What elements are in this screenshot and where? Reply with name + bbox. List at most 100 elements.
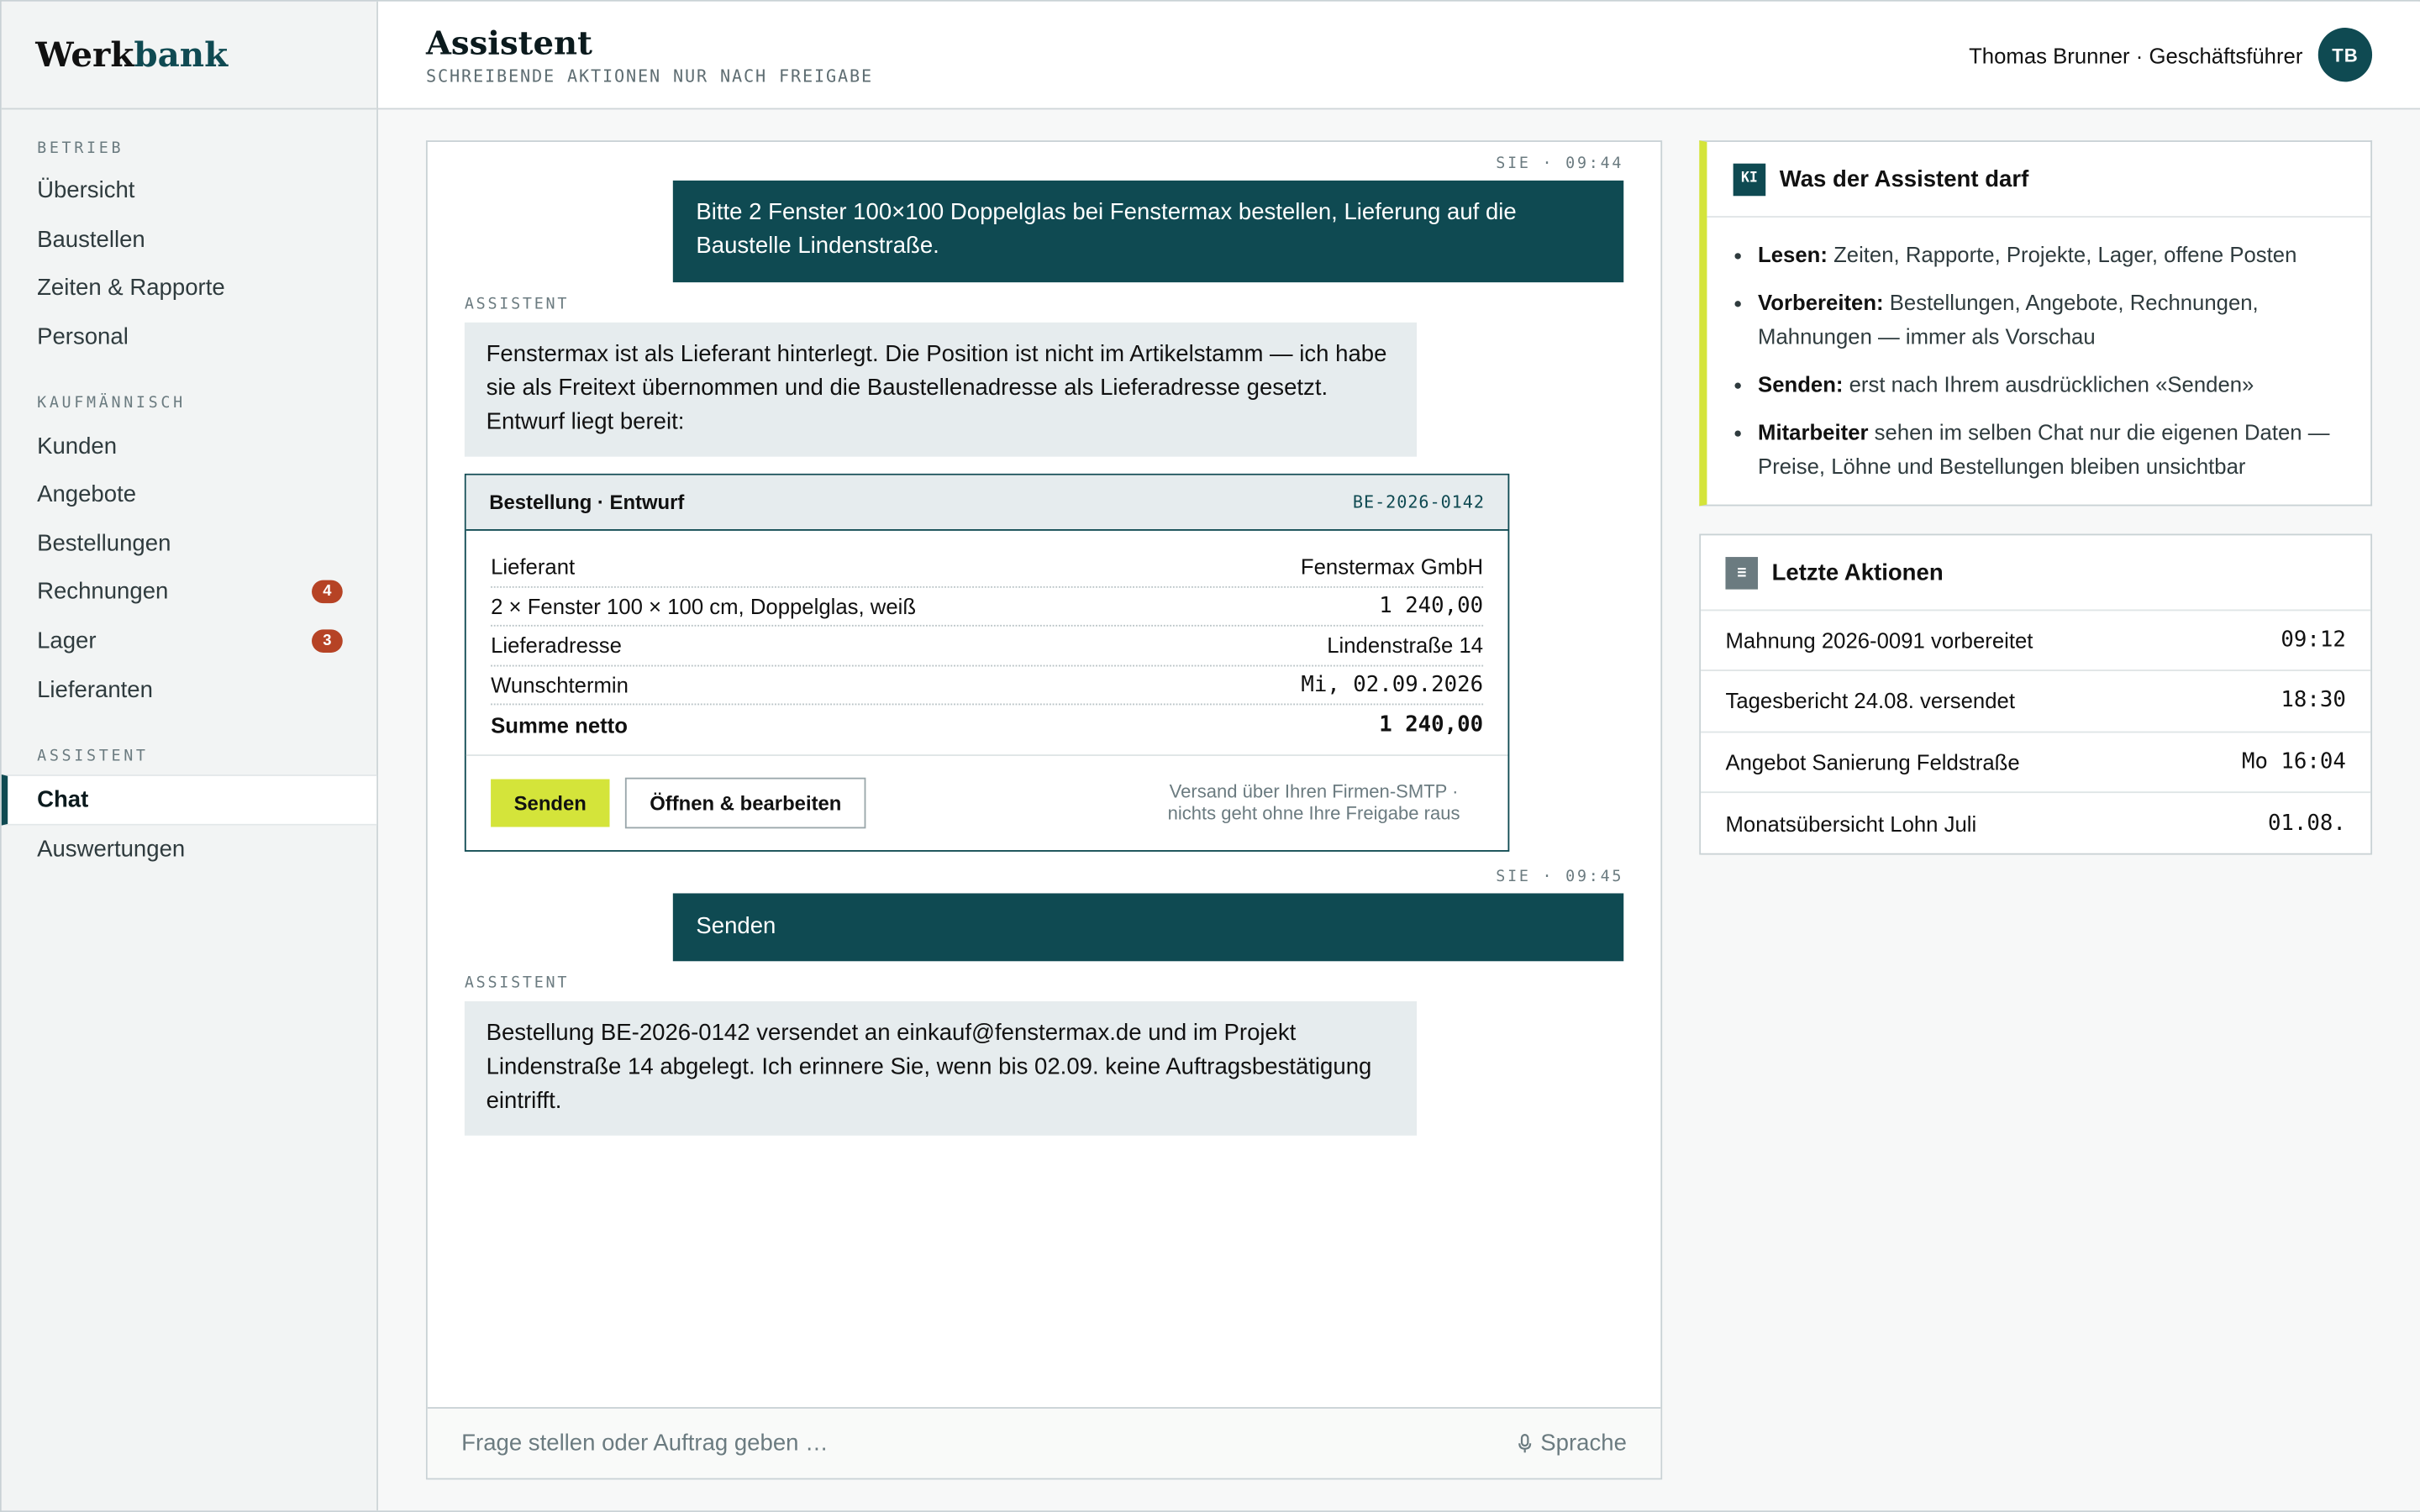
open-edit-button[interactable]: Öffnen & bearbeiten: [624, 776, 866, 828]
ki-icon: KI: [1733, 162, 1766, 196]
action-label: Tagesbericht 24.08. versendet: [1725, 688, 2016, 714]
sidebar-item-angebote[interactable]: Angebote: [2, 470, 376, 519]
order-row-value: 1 240,00: [1379, 593, 1484, 619]
voice-label: Sprache: [1540, 1430, 1627, 1457]
count-badge: 4: [312, 580, 343, 604]
permission-item: Vorbereiten: Bestellungen, Angebote, Rec…: [1758, 286, 2346, 354]
sidebar-item-chat[interactable]: Chat: [1, 774, 377, 826]
sidebar: Werk bank BETRIEB Übersicht Baustellen Ze…: [1, 1, 379, 1511]
sidebar-item-bestellungen[interactable]: Bestellungen: [2, 519, 376, 568]
action-time: 01.08.: [2267, 811, 2346, 836]
action-label: Mahnung 2026-0091 vorbereitet: [1725, 627, 2033, 654]
send-info-note: Versand über Ihren Firmen-SMTP · nichts …: [1168, 780, 1460, 823]
permission-key: Vorbereiten:: [1758, 290, 1884, 315]
sidebar-item-auswertungen[interactable]: Auswertungen: [2, 826, 376, 874]
sidebar-item-baustellen[interactable]: Baustellen: [2, 215, 376, 264]
sidebar-item-label: Auswertungen: [37, 836, 186, 864]
sidebar-item-label: Baustellen: [37, 226, 145, 254]
panel-header: KI Was der Assistent darf: [1707, 142, 2371, 218]
nav-section-kaufmaennisch: KAUFMÄNNISCH: [37, 395, 186, 413]
sidebar-item-label: Lieferanten: [37, 676, 153, 703]
chat-messages[interactable]: SIE · 09:44 Bitte 2 Fenster 100×100 Dopp…: [428, 142, 1661, 1407]
panel-title: Was der Assistent darf: [1779, 165, 2029, 192]
order-row-value: Fenstermax GmbH: [1300, 554, 1484, 580]
action-item[interactable]: Monatsübersicht Lohn Juli 01.08.: [1701, 793, 2370, 853]
order-row-item: 2 × Fenster 100 × 100 cm, Doppelglas, we…: [491, 587, 1484, 627]
sidebar-item-lager[interactable]: Lager 3: [2, 617, 376, 665]
brand-name-part1: Werk: [35, 34, 134, 76]
avatar[interactable]: TB: [2317, 28, 2373, 82]
chat-panel: SIE · 09:44 Bitte 2 Fenster 100×100 Dopp…: [425, 140, 1663, 1480]
microphone-icon: [1518, 1433, 1532, 1452]
permissions-list: Lesen: Zeiten, Rapporte, Projekte, Lager…: [1707, 218, 2370, 505]
action-item[interactable]: Angebot Sanierung Feldstraße Mo 16:04: [1701, 732, 2371, 793]
order-row-label: 2 × Fenster 100 × 100 cm, Doppelglas, we…: [491, 593, 917, 619]
order-details: Lieferant Fenstermax GmbH 2 × Fenster 10…: [466, 531, 1508, 756]
title-block: Assistent SCHREIBENDE AKTIONEN NUR NACH …: [426, 24, 873, 87]
order-row-desired-date: Wunschtermin Mi, 02.09.2026: [491, 666, 1484, 706]
chat-input[interactable]: Frage stellen oder Auftrag geben … Sprac…: [427, 1407, 1661, 1478]
sidebar-item-lieferanten[interactable]: Lieferanten: [2, 665, 376, 714]
sidebar-item-label: Chat: [37, 786, 89, 813]
assistant-message: Bestellung BE-2026-0142 versendet an ein…: [464, 1000, 1418, 1135]
message-meta: SIE · 09:44: [1496, 155, 1624, 173]
sidebar-item-rechnungen[interactable]: Rechnungen 4: [2, 568, 376, 617]
action-item[interactable]: Tagesbericht 24.08. versendet 18:30: [1701, 672, 2371, 732]
count-badge: 3: [312, 629, 343, 654]
permission-text: Zeiten, Rapporte, Projekte, Lager, offen…: [1827, 242, 2297, 267]
sidebar-item-label: Rechnungen: [37, 579, 169, 606]
order-row-value: 1 240,00: [1379, 712, 1484, 738]
user-message: Senden: [672, 892, 1624, 961]
order-row-total: Summe netto 1 240,00: [491, 705, 1483, 744]
sidebar-item-label: Lager: [37, 627, 97, 654]
sidebar-item-label: Zeiten & Rapporte: [37, 275, 225, 302]
brand-logo[interactable]: Werk bank: [1, 2, 377, 110]
sidebar-item-label: Kunden: [37, 433, 118, 459]
send-info-line: Versand über Ihren Firmen-SMTP ·: [1169, 780, 1459, 803]
user-menu[interactable]: Thomas Brunner · Geschäftsführer TB: [1969, 28, 2373, 82]
permission-key: Senden:: [1758, 371, 1844, 397]
sidebar-item-personal[interactable]: Personal: [2, 312, 376, 361]
assistant-permissions-panel: KI Was der Assistent darf Lesen: Zeiten,…: [1699, 140, 2373, 507]
assistant-message: Fenstermax ist als Lieferant hinterlegt.…: [464, 322, 1418, 457]
recent-actions-panel: ≡ Letzte Aktionen Mahnung 2026-0091 vorb…: [1699, 533, 2373, 855]
action-time: 18:30: [2281, 688, 2346, 714]
right-column: KI Was der Assistent darf Lesen: Zeiten,…: [1699, 140, 2373, 1479]
order-row-supplier: Lieferant Fenstermax GmbH: [491, 548, 1484, 587]
order-id: BE-2026-0142: [1352, 491, 1485, 512]
action-item[interactable]: Mahnung 2026-0091 vorbereitet 09:12: [1701, 611, 2371, 672]
order-card-header: Bestellung · Entwurf BE-2026-0142: [466, 475, 1508, 531]
order-row-value: Mi, 02.09.2026: [1301, 672, 1484, 697]
permission-item: Lesen: Zeiten, Rapporte, Projekte, Lager…: [1758, 238, 2346, 271]
send-button[interactable]: Senden: [491, 778, 610, 827]
voice-input-button[interactable]: Sprache: [1516, 1431, 1627, 1457]
sidebar-item-uebersicht[interactable]: Übersicht: [2, 166, 376, 215]
user-message: Bitte 2 Fenster 100×100 Doppelglas bei F…: [672, 180, 1624, 283]
chat-input-placeholder: Frage stellen oder Auftrag geben …: [461, 1430, 829, 1457]
send-info-line: nichts geht ohne Ihre Freigabe raus: [1167, 802, 1460, 824]
order-row-value: Lindenstraße 14: [1327, 633, 1484, 658]
message-meta: ASSISTENT: [464, 296, 570, 313]
order-row-label: Summe netto: [491, 712, 628, 738]
order-row-label: Wunschtermin: [491, 672, 629, 697]
sidebar-item-label: Bestellungen: [37, 530, 171, 557]
panel-title: Letzte Aktionen: [1771, 559, 1944, 586]
content: SIE · 09:44 Bitte 2 Fenster 100×100 Dopp…: [378, 109, 2420, 1510]
order-row-label: Lieferant: [491, 554, 576, 580]
order-card-title: Bestellung · Entwurf: [489, 491, 685, 514]
order-row-label: Lieferadresse: [491, 633, 622, 658]
panel-header: ≡ Letzte Aktionen: [1701, 535, 2371, 612]
permission-item: Senden: erst nach Ihrem ausdrücklichen «…: [1758, 367, 2346, 401]
action-time: Mo 16:04: [2241, 749, 2346, 774]
sidebar-item-kunden[interactable]: Kunden: [2, 422, 376, 470]
permission-key: Mitarbeiter: [1758, 419, 1869, 444]
permission-item: Mitarbeiter sehen im selben Chat nur die…: [1758, 415, 2346, 483]
list-icon: ≡: [1725, 556, 1759, 589]
action-label: Monatsübersicht Lohn Juli: [1725, 811, 1977, 836]
top-bar: Assistent SCHREIBENDE AKTIONEN NUR NACH …: [378, 1, 2420, 110]
order-actions: Senden Öffnen & bearbeiten Versand über …: [466, 755, 1508, 849]
sidebar-item-zeiten-rapporte[interactable]: Zeiten & Rapporte: [2, 264, 376, 312]
permission-key: Lesen:: [1758, 242, 1828, 267]
order-row-delivery-address: Lieferadresse Lindenstraße 14: [491, 627, 1484, 666]
page-subtitle: SCHREIBENDE AKTIONEN NUR NACH FREIGABE: [425, 66, 873, 87]
